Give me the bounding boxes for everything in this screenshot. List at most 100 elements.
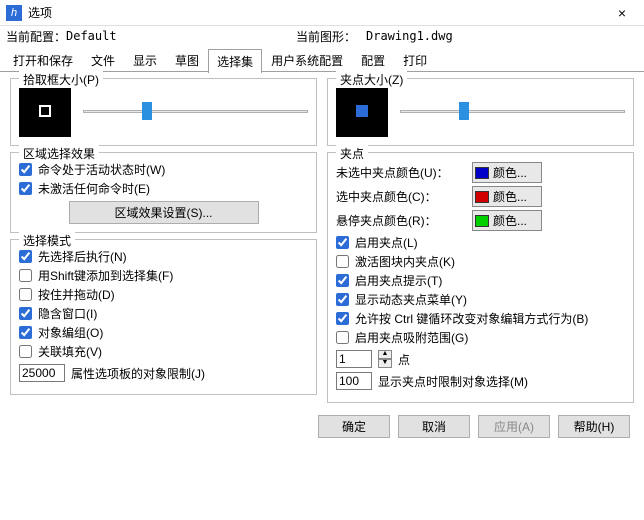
region-check-checkbox-1[interactable] (19, 182, 32, 195)
grip-color-label-2: 悬停夹点颜色(R)： (336, 212, 466, 229)
tab-6[interactable]: 配置 (352, 48, 394, 72)
grip-check-checkbox-1[interactable] (336, 255, 349, 268)
grip-check-label-2: 启用夹点提示(T) (355, 272, 442, 289)
mode-check-label-1: 用Shift键添加到选择集(F) (38, 267, 173, 284)
region-check-row-0[interactable]: 命令处于活动状态时(W) (19, 161, 308, 178)
mode-check-checkbox-5[interactable] (19, 345, 32, 358)
pickbox-size-slider[interactable] (83, 101, 308, 121)
tab-3[interactable]: 草图 (166, 48, 208, 72)
grip-check-checkbox-3[interactable] (336, 293, 349, 306)
tab-bar: 打开和保存文件显示草图选择集用户系统配置配置打印 (0, 48, 644, 72)
grip-square-icon (356, 105, 368, 117)
grip-check-checkbox-0[interactable] (336, 236, 349, 249)
group-title: 选择模式 (19, 232, 75, 249)
grip-check-row-4[interactable]: 允许按 Ctrl 键循环改变对象编辑方式行为(B) (336, 310, 625, 327)
pickbox-preview (19, 85, 71, 137)
mode-check-row-4[interactable]: 对象编组(O) (19, 324, 308, 341)
grip-check-label-5: 启用夹点吸附范围(G) (355, 329, 468, 346)
grip-point-label: 点 (398, 351, 410, 368)
mode-check-label-0: 先选择后执行(N) (38, 248, 127, 265)
tab-7[interactable]: 打印 (394, 48, 436, 72)
group-pickbox-size: 拾取框大小(P) (10, 78, 317, 146)
region-check-label-0: 命令处于活动状态时(W) (38, 161, 165, 178)
grip-preview (336, 85, 388, 137)
region-settings-button[interactable]: 区域效果设置(S)... (69, 201, 259, 224)
grip-limit-input[interactable] (336, 372, 372, 390)
spin-down-icon[interactable]: ▼ (378, 359, 392, 368)
mode-check-checkbox-3[interactable] (19, 307, 32, 320)
object-limit-label: 属性选项板的对象限制(J) (71, 365, 205, 382)
grip-check-row-2[interactable]: 启用夹点提示(T) (336, 272, 625, 289)
grip-check-label-0: 启用夹点(L) (355, 234, 418, 251)
color-button-text: 颜色... (493, 188, 527, 205)
grip-point-spinner[interactable]: ▲ ▼ (378, 350, 392, 368)
color-swatch-icon (475, 167, 489, 179)
config-info-row: 当前配置： Default 当前图形： Drawing1.dwg (0, 26, 644, 46)
grip-check-checkbox-2[interactable] (336, 274, 349, 287)
group-title: 拾取框大小(P) (19, 71, 103, 88)
grip-check-row-0[interactable]: 启用夹点(L) (336, 234, 625, 251)
titlebar: h 选项 × (0, 0, 644, 26)
mode-check-label-2: 按住并拖动(D) (38, 286, 115, 303)
group-title: 夹点 (336, 145, 368, 162)
region-check-checkbox-0[interactable] (19, 163, 32, 176)
group-region-select: 区域选择效果 命令处于活动状态时(W)未激活任何命令时(E) 区域效果设置(S)… (10, 152, 317, 233)
tab-1[interactable]: 文件 (82, 48, 124, 72)
tab-2[interactable]: 显示 (124, 48, 166, 72)
tab-5[interactable]: 用户系统配置 (262, 48, 352, 72)
current-config-value: Default (66, 29, 296, 43)
group-title: 夹点大小(Z) (336, 71, 407, 88)
grip-check-row-5[interactable]: 启用夹点吸附范围(G) (336, 329, 625, 346)
color-swatch-icon (475, 215, 489, 227)
close-button[interactable]: × (602, 1, 642, 25)
grip-color-row-1: 选中夹点颜色(C)： 颜色... (336, 186, 625, 207)
mode-check-checkbox-4[interactable] (19, 326, 32, 339)
color-swatch-icon (475, 191, 489, 203)
mode-check-row-1[interactable]: 用Shift键添加到选择集(F) (19, 267, 308, 284)
group-grips: 夹点 未选中夹点颜色(U)：颜色...选中夹点颜色(C)：颜色...悬停夹点颜色… (327, 152, 634, 403)
grip-color-button-1[interactable]: 颜色... (472, 186, 542, 207)
region-check-row-1[interactable]: 未激活任何命令时(E) (19, 180, 308, 197)
ok-button[interactable]: 确定 (318, 415, 390, 438)
grip-limit-label: 显示夹点时限制对象选择(M) (378, 373, 528, 390)
app-icon: h (6, 5, 22, 21)
grip-size-slider[interactable] (400, 101, 625, 121)
grip-check-label-4: 允许按 Ctrl 键循环改变对象编辑方式行为(B) (355, 310, 588, 327)
current-drawing-value: Drawing1.dwg (366, 29, 453, 43)
window-title: 选项 (28, 4, 52, 21)
cancel-button[interactable]: 取消 (398, 415, 470, 438)
group-grip-size: 夹点大小(Z) (327, 78, 634, 146)
apply-button[interactable]: 应用(A) (478, 415, 550, 438)
mode-check-row-2[interactable]: 按住并拖动(D) (19, 286, 308, 303)
current-drawing-label: 当前图形： (296, 28, 366, 45)
mode-check-label-5: 关联填充(V) (38, 343, 102, 360)
grip-color-button-0[interactable]: 颜色... (472, 162, 542, 183)
mode-check-checkbox-1[interactable] (19, 269, 32, 282)
tab-4[interactable]: 选择集 (208, 49, 262, 73)
mode-check-label-4: 对象编组(O) (38, 324, 103, 341)
mode-check-checkbox-2[interactable] (19, 288, 32, 301)
pickbox-square-icon (39, 105, 51, 117)
grip-check-label-3: 显示动态夹点菜单(Y) (355, 291, 467, 308)
group-select-mode: 选择模式 先选择后执行(N)用Shift键添加到选择集(F)按住并拖动(D)隐含… (10, 239, 317, 395)
grip-check-row-1[interactable]: 激活图块内夹点(K) (336, 253, 625, 270)
color-button-text: 颜色... (493, 164, 527, 181)
object-limit-input[interactable] (19, 364, 65, 382)
mode-check-row-3[interactable]: 隐含窗口(I) (19, 305, 308, 322)
tab-0[interactable]: 打开和保存 (4, 48, 82, 72)
spin-up-icon[interactable]: ▲ (378, 350, 392, 359)
grip-color-label-0: 未选中夹点颜色(U)： (336, 164, 466, 181)
grip-check-checkbox-4[interactable] (336, 312, 349, 325)
help-button[interactable]: 帮助(H) (558, 415, 630, 438)
grip-check-row-3[interactable]: 显示动态夹点菜单(Y) (336, 291, 625, 308)
grip-color-label-1: 选中夹点颜色(C)： (336, 188, 466, 205)
group-title: 区域选择效果 (19, 145, 99, 162)
mode-check-checkbox-0[interactable] (19, 250, 32, 263)
grip-color-button-2[interactable]: 颜色... (472, 210, 542, 231)
grip-point-input[interactable] (336, 350, 372, 368)
mode-check-row-5[interactable]: 关联填充(V) (19, 343, 308, 360)
mode-check-row-0[interactable]: 先选择后执行(N) (19, 248, 308, 265)
mode-check-label-3: 隐含窗口(I) (38, 305, 97, 322)
grip-check-checkbox-5[interactable] (336, 331, 349, 344)
current-config-label: 当前配置： (6, 28, 66, 45)
